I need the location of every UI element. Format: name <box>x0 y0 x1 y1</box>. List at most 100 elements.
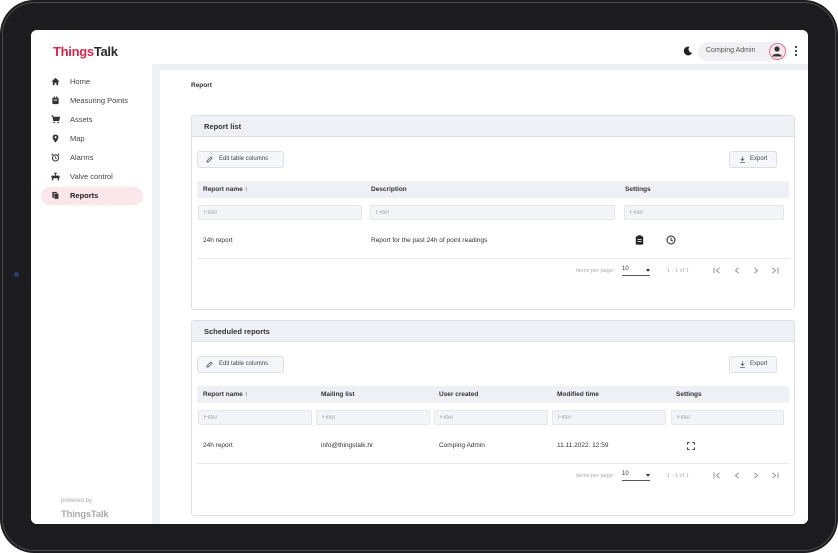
breadcrumb: Report <box>191 82 212 89</box>
export-button[interactable]: Export <box>729 356 777 373</box>
reports-icon <box>52 191 59 200</box>
pagination-range: 1 - 1 of 1 <box>667 473 689 479</box>
scheduled-reports-header: Scheduled reports <box>192 321 794 342</box>
scheduled-reports-card: Scheduled reports Edit table columns Exp… <box>191 320 795 516</box>
filter-input-report-name[interactable] <box>198 410 312 425</box>
valve-icon <box>51 172 60 181</box>
sidebar-item-label: Home <box>70 77 91 86</box>
filter-input-settings[interactable] <box>624 205 784 220</box>
export-button[interactable]: Export <box>729 151 777 168</box>
table-cell-report-name: 24h report <box>203 442 233 449</box>
column-header-user-created: User created <box>439 391 479 398</box>
sidebar-item-measuring-points[interactable]: Measuring Points <box>41 92 143 110</box>
map-pin-icon <box>52 134 59 143</box>
pagination-range: 1 - 1 of 1 <box>667 268 689 274</box>
column-header-description: Description <box>371 186 407 193</box>
scheduled-reports-title: Scheduled reports <box>204 327 270 336</box>
pencil-icon <box>206 361 213 368</box>
table-cell-description: Report for the past 24h of point reading… <box>371 237 488 244</box>
sidebar-item-reports[interactable]: Reports <box>41 187 143 205</box>
sidebar-item-valve-control[interactable]: Valve control <box>41 168 143 186</box>
last-page-icon[interactable] <box>771 472 779 479</box>
last-page-icon[interactable] <box>771 267 779 274</box>
user-icon <box>772 46 782 57</box>
sort-arrow-up-icon: ↑ <box>244 186 248 193</box>
powered-by-logo: ThingsTalk <box>61 509 109 520</box>
column-header-mailing-list: Mailing list <box>321 391 355 398</box>
brand-logo[interactable]: ThingsTalk <box>53 44 118 59</box>
table-cell-mailing-list: info@thingstalk.hr <box>321 442 374 449</box>
filter-input-user-created[interactable] <box>434 410 548 425</box>
items-per-page-value: 10 <box>622 266 629 272</box>
items-per-page-value: 10 <box>622 471 629 477</box>
column-header-settings: Settings <box>625 186 651 193</box>
items-per-page-label: Items per page: <box>576 268 615 274</box>
items-per-page-select[interactable]: 10 <box>622 266 650 276</box>
clock-icon[interactable] <box>666 235 676 245</box>
filter-input-report-name[interactable] <box>198 205 362 220</box>
tablet-frame: ThingsTalk Comping Admin Home Measuring … <box>0 0 838 553</box>
main-area: Report Report list Edit table columns Ex… <box>152 64 808 524</box>
expand-icon[interactable] <box>687 442 695 450</box>
edit-table-columns-button[interactable]: Edit table columns <box>197 151 284 168</box>
column-header-report-name[interactable]: Report name ↑ <box>203 186 248 193</box>
first-page-icon[interactable] <box>713 472 721 479</box>
sidebar-item-assets[interactable]: Assets <box>41 111 143 129</box>
table-cell-report-name: 24h report <box>203 237 233 244</box>
report-list-header: Report list <box>192 116 794 137</box>
items-per-page-select[interactable]: 10 <box>622 471 650 481</box>
chevron-down-icon <box>646 474 650 477</box>
clipboard-icon[interactable] <box>635 235 644 245</box>
edit-table-columns-button[interactable]: Edit table columns <box>197 356 284 373</box>
previous-page-icon[interactable] <box>734 472 740 479</box>
content-panel: Report Report list Edit table columns Ex… <box>160 70 808 524</box>
camera-icon <box>14 272 19 277</box>
previous-page-icon[interactable] <box>734 267 740 274</box>
filter-input-mailing-list[interactable] <box>316 410 430 425</box>
edit-table-columns-label: Edit table columns <box>219 361 269 367</box>
home-icon <box>51 77 60 86</box>
filter-input-settings[interactable] <box>671 410 784 425</box>
sidebar-item-label: Measuring Points <box>70 96 128 105</box>
sidebar-item-label: Map <box>70 134 85 143</box>
sidebar-item-map[interactable]: Map <box>41 130 143 148</box>
user-menu[interactable]: Comping Admin <box>698 42 788 61</box>
logo-text-things: Things <box>53 44 94 59</box>
dark-mode-icon[interactable] <box>683 46 693 56</box>
sidebar-item-label: Reports <box>70 191 99 200</box>
app-screen: ThingsTalk Comping Admin Home Measuring … <box>31 30 808 524</box>
report-list-table-header: Report name ↑ Description Settings <box>197 181 789 198</box>
measuring-point-icon <box>52 96 59 105</box>
sidebar-item-label: Alarms <box>70 153 94 162</box>
next-page-icon[interactable] <box>753 472 759 479</box>
row-divider <box>197 258 789 259</box>
chevron-down-icon <box>646 269 650 272</box>
filter-input-description[interactable] <box>370 205 615 220</box>
column-header-report-name[interactable]: Report name ↑ <box>203 391 248 398</box>
table-cell-user-created: Comping Admin <box>439 442 485 449</box>
pencil-icon <box>206 156 213 163</box>
first-page-icon[interactable] <box>713 267 721 274</box>
top-bar: ThingsTalk Comping Admin <box>31 30 808 64</box>
column-header-label: Report name <box>203 391 243 398</box>
sidebar-item-label: Assets <box>70 115 93 124</box>
export-label: Export <box>750 156 768 162</box>
alarm-clock-icon <box>51 153 60 162</box>
column-header-settings: Settings <box>676 391 702 398</box>
column-header-modified-time: Modified time <box>557 391 599 398</box>
export-label: Export <box>750 361 768 367</box>
next-page-icon[interactable] <box>753 267 759 274</box>
sidebar-item-alarms[interactable]: Alarms <box>41 149 143 167</box>
column-header-label: Report name <box>203 186 243 193</box>
items-per-page-label: Items per page: <box>576 473 615 479</box>
more-vertical-icon[interactable] <box>794 45 798 57</box>
sort-arrow-up-icon: ↑ <box>244 391 248 398</box>
report-list-card: Report list Edit table columns Export Re… <box>191 115 795 310</box>
avatar <box>769 43 786 60</box>
filter-input-modified-time[interactable] <box>552 410 666 425</box>
sidebar-item-home[interactable]: Home <box>41 73 143 91</box>
table-cell-modified-time: 11.11.2022. 12:59 <box>557 442 609 449</box>
download-icon <box>739 361 746 368</box>
row-divider <box>197 463 789 464</box>
scheduled-table-header: Report name ↑ Mailing list User created … <box>197 386 789 403</box>
